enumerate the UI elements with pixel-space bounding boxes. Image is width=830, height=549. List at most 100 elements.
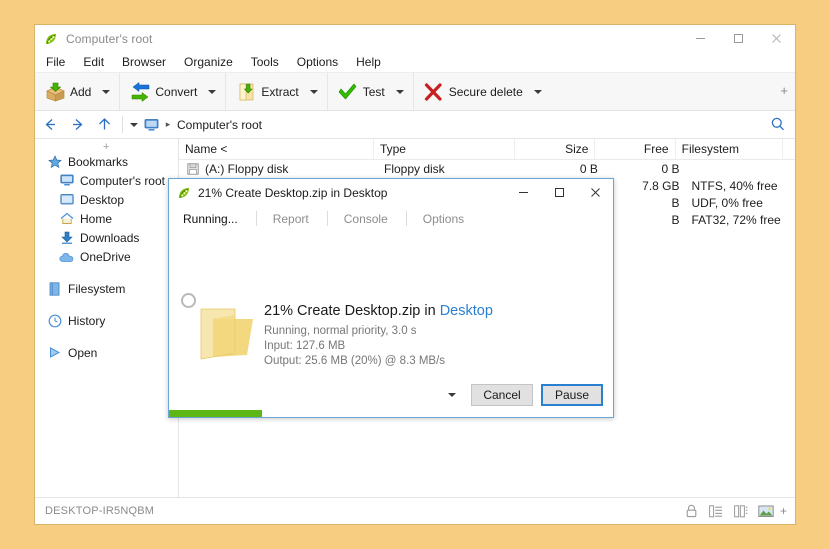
- dialog-buttons: Cancel Pause: [441, 384, 603, 406]
- up-arrow-icon[interactable]: [92, 113, 116, 137]
- sidebar-item-filesystem[interactable]: Filesystem: [35, 279, 178, 298]
- convert-button[interactable]: Convert: [124, 76, 203, 107]
- convert-dropdown-arrow[interactable]: [203, 76, 221, 107]
- dialog-tabs: Running... Report Console Options: [169, 206, 613, 231]
- menu-bar: File Edit Browser Organize Tools Options…: [35, 52, 795, 72]
- window-title-bar[interactable]: Computer's root: [35, 25, 795, 52]
- minimize-icon[interactable]: [681, 25, 719, 52]
- dialog-headline-link[interactable]: Desktop: [440, 303, 493, 319]
- sidebar-item-onedrive[interactable]: OneDrive: [35, 247, 178, 266]
- progress-dialog: 21% Create Desktop.zip in Desktop Runnin…: [168, 178, 614, 418]
- menu-item-help[interactable]: Help: [354, 54, 383, 70]
- sidebar-item-computers-root-label: Computer's root: [80, 173, 165, 188]
- close-icon[interactable]: [577, 179, 613, 206]
- column-header-free[interactable]: Free: [595, 139, 676, 159]
- tab-console[interactable]: Console: [344, 211, 407, 226]
- menu-item-tools[interactable]: Tools: [249, 54, 281, 70]
- maximize-icon[interactable]: [719, 25, 757, 52]
- menu-item-organize[interactable]: Organize: [182, 54, 235, 70]
- add-button[interactable]: Add: [39, 76, 97, 107]
- extract-button[interactable]: Extract: [230, 76, 304, 107]
- secure-delete-dropdown-arrow[interactable]: [529, 76, 547, 107]
- toolbar-group-secure-delete: Secure delete: [414, 73, 551, 110]
- add-button-label: Add: [70, 84, 92, 99]
- peazip-icon: [177, 186, 191, 200]
- chevron-down-icon[interactable]: [127, 115, 141, 135]
- status-bar-text: DESKTOP-IR5NQBM: [45, 505, 155, 517]
- status-bar: DESKTOP-IR5NQBM +: [35, 497, 795, 524]
- home-icon: [57, 211, 76, 227]
- sidebar-item-desktop-label: Desktop: [80, 192, 125, 207]
- tab-options[interactable]: Options: [423, 211, 482, 226]
- toolbar: Add Convert Extract Test Secure delete +: [35, 72, 795, 111]
- lock-icon[interactable]: [679, 498, 704, 524]
- sidebar-group-bookmarks[interactable]: Bookmarks: [35, 152, 178, 171]
- list-view-icon[interactable]: [704, 498, 729, 524]
- chevron-down-icon[interactable]: [441, 384, 463, 406]
- menu-item-browser[interactable]: Browser: [120, 54, 168, 70]
- test-button[interactable]: Test: [332, 76, 391, 107]
- test-dropdown-arrow[interactable]: [391, 76, 409, 107]
- computer-icon: [57, 173, 76, 189]
- pause-button[interactable]: Pause: [541, 384, 603, 406]
- close-icon[interactable]: [757, 25, 795, 52]
- column-header-type[interactable]: Type: [374, 139, 516, 159]
- sidebar-item-filesystem-label: Filesystem: [68, 281, 126, 296]
- dialog-headline-prefix: 21% Create Desktop.zip in: [264, 303, 440, 319]
- dialog-status-line: Running, normal priority, 3.0 s: [264, 325, 417, 337]
- sidebar-item-history-label: History: [68, 313, 106, 328]
- column-header-filesystem[interactable]: Filesystem: [676, 139, 783, 159]
- menu-item-edit[interactable]: Edit: [81, 54, 106, 70]
- cell-name: (A:) Floppy disk: [179, 162, 378, 176]
- search-icon[interactable]: [770, 116, 786, 135]
- sidebar-item-home[interactable]: Home: [35, 209, 178, 228]
- sidebar-item-downloads[interactable]: Downloads: [35, 228, 178, 247]
- column-header-extra[interactable]: [783, 139, 795, 159]
- add-dropdown-arrow[interactable]: [97, 76, 115, 107]
- sidebar-item-open[interactable]: Open: [35, 343, 178, 362]
- progress-bar-fill: [169, 410, 263, 417]
- forward-arrow-icon[interactable]: [65, 113, 89, 137]
- dialog-window-controls: [505, 179, 613, 206]
- sidebar-item-history[interactable]: History: [35, 311, 178, 330]
- toolbar-overflow-button[interactable]: +: [780, 84, 788, 97]
- sidebar-item-desktop[interactable]: Desktop: [35, 190, 178, 209]
- dialog-content: 21% Create Desktop.zip in Desktop Runnin…: [169, 231, 613, 417]
- extract-dropdown-arrow[interactable]: [305, 76, 323, 107]
- column-header-size[interactable]: Size: [515, 139, 596, 159]
- cell-filesystem: UDF, 0% free: [691, 195, 763, 210]
- address-separator: [122, 116, 123, 133]
- breadcrumb-path[interactable]: Computer's root: [177, 118, 262, 132]
- menu-item-options[interactable]: Options: [295, 54, 340, 70]
- status-add-button[interactable]: +: [780, 504, 787, 518]
- maximize-icon[interactable]: [541, 179, 577, 206]
- sidebar-item-open-label: Open: [68, 345, 98, 360]
- dialog-title-text: 21% Create Desktop.zip in Desktop: [198, 185, 388, 200]
- cell-filesystem: NTFS, 40% free: [691, 178, 778, 193]
- cell-free: 0 B: [661, 161, 680, 176]
- progress-bar: [169, 410, 613, 417]
- dialog-title-bar[interactable]: 21% Create Desktop.zip in Desktop: [169, 179, 613, 206]
- table-row[interactable]: (A:) Floppy disk Floppy disk 0 B 0 B: [179, 160, 795, 177]
- sidebar: + Bookmarks Computer's root Desktop Home…: [35, 139, 179, 497]
- column-header-name[interactable]: Name <: [179, 139, 374, 159]
- convert-button-label: Convert: [155, 84, 198, 99]
- tab-report[interactable]: Report: [273, 211, 328, 226]
- desktop-icon: [57, 192, 76, 208]
- thumbnail-view-icon[interactable]: [754, 498, 779, 524]
- minimize-icon[interactable]: [505, 179, 541, 206]
- cell-free: B: [671, 212, 680, 227]
- secure-delete-button[interactable]: Secure delete: [418, 76, 529, 107]
- sidebar-item-computers-root[interactable]: Computer's root: [35, 171, 178, 190]
- star-icon: [45, 154, 64, 170]
- detail-view-icon[interactable]: [729, 498, 754, 524]
- folder-icon: [197, 305, 257, 366]
- dialog-headline: 21% Create Desktop.zip in Desktop: [264, 303, 493, 319]
- cancel-button[interactable]: Cancel: [471, 384, 533, 406]
- menu-item-file[interactable]: File: [44, 54, 67, 70]
- add-box-icon: [44, 81, 66, 103]
- back-arrow-icon[interactable]: [38, 113, 62, 137]
- sidebar-add-button[interactable]: +: [103, 142, 109, 153]
- cell-size: 0 B: [579, 161, 598, 176]
- tab-running[interactable]: Running...: [183, 211, 257, 226]
